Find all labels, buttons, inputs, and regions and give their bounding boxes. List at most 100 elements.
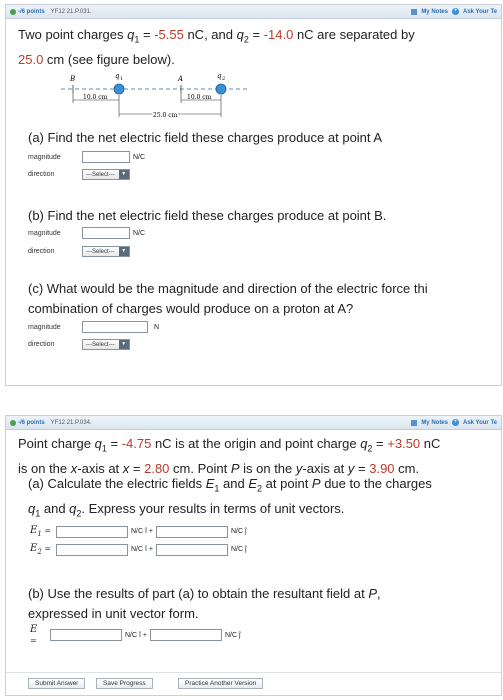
e1-symbol: E1 =	[30, 525, 52, 538]
charge-q2	[215, 83, 227, 95]
label-q1-sub: 1	[120, 76, 123, 82]
problem-code: YF12 21.P.034.	[50, 419, 92, 426]
unit-j-label: N/C ĵ	[224, 631, 241, 639]
unit-i-label: N/C î +	[131, 546, 153, 553]
submit-answer-button[interactable]: Submit Answer	[28, 678, 86, 689]
problem-2-panel: -/6 points YF12 21.P.034. My Notes + Ask…	[5, 415, 502, 696]
statement-text: =	[372, 436, 388, 451]
statement-text: due to the charges	[320, 476, 432, 491]
magnitude-label: magnitude	[28, 229, 61, 237]
part-c-line-1: (c) What would be the magnitude and dire…	[28, 281, 428, 296]
e1-j-input[interactable]	[155, 525, 228, 538]
part-b-magnitude-input[interactable]	[82, 227, 130, 239]
q1-value: -4.75	[121, 436, 152, 451]
part-a-direction-select[interactable]: ---Select--- ▼	[82, 169, 130, 180]
points-label: -/6 points	[18, 419, 45, 426]
e2-answer-row: E2 = N/C î + N/C ĵ	[30, 543, 247, 556]
part-c-magnitude-row: magnitude N	[28, 321, 159, 333]
ask-teacher-link[interactable]: Ask Your Te	[463, 420, 497, 426]
symbol-e: E	[248, 476, 258, 491]
problem-1-statement: Two point charges q1 = -5.55 nC, and q2 …	[18, 25, 498, 70]
problem-1-panel: -/6 points YF12 21.P.031. My Notes + Ask…	[5, 4, 502, 386]
magnitude-label: magnitude	[28, 323, 61, 331]
part-c-magnitude-input[interactable]	[82, 321, 148, 333]
distance-value: 25.0	[18, 51, 44, 67]
statement-text: ,	[377, 586, 381, 601]
statement-text: . Express your results in terms of unit …	[81, 500, 345, 516]
part-a-magnitude-row: magnitude N/C	[28, 151, 145, 163]
part-b-direction-row: direction ---Select--- ▼	[28, 246, 130, 257]
e1-answer-row: E1 = N/C î + N/C ĵ	[30, 525, 247, 538]
unit-j-label: N/C ĵ	[230, 546, 247, 553]
statement-text: nC is at the origin and point charge	[151, 436, 361, 451]
practice-another-version-button[interactable]: Practice Another Version	[178, 678, 264, 689]
problem-code: YF12 21.P.031.	[50, 8, 92, 15]
e-symbol: E =	[30, 624, 46, 646]
label-q2-sub: 2	[222, 76, 225, 82]
symbol-q: q	[94, 436, 102, 451]
q2-value: -14.0	[263, 27, 294, 42]
direction-label: direction	[28, 341, 55, 348]
label-a: A	[177, 75, 183, 83]
dim-label-2: 10.0 cm	[187, 94, 212, 101]
equals-sign: =	[41, 526, 52, 535]
my-notes-link[interactable]: My Notes	[421, 420, 448, 426]
part-c-direction-select[interactable]: ---Select--- ▼	[82, 339, 130, 350]
q1-value: -5.55	[154, 27, 184, 42]
e2-j-input[interactable]	[155, 543, 228, 556]
part-a-prompt: (a) Calculate the electric fields E1 and…	[28, 474, 502, 523]
direction-label: direction	[28, 171, 55, 178]
statement-text: =	[139, 27, 155, 42]
problem-1-header: -/6 points YF12 21.P.031. My Notes + Ask…	[6, 5, 501, 19]
plus-icon: +	[451, 419, 459, 426]
part-a-direction-row: direction ---Select--- ▼	[28, 169, 130, 180]
symbol-q: q	[236, 27, 244, 42]
points-label: -/6 points	[18, 8, 45, 15]
chevron-down-icon: ▼	[118, 340, 129, 349]
statement-text: nC	[420, 436, 441, 451]
ask-teacher-link[interactable]: Ask Your Te	[463, 9, 497, 15]
magnitude-label: magnitude	[28, 153, 61, 161]
chevron-down-icon: ▼	[118, 170, 129, 179]
statement-text: expressed in unit vector form.	[28, 606, 199, 621]
dim-label-3: 25.0 cm	[153, 112, 178, 119]
statement-text: and	[219, 476, 249, 491]
statement-text: =	[106, 436, 122, 451]
problem-2-header: -/6 points YF12 21.P.034. My Notes + Ask…	[6, 416, 501, 430]
unit-label: N/C	[133, 153, 146, 161]
statement-text: =	[248, 27, 264, 42]
part-a-magnitude-input[interactable]	[82, 151, 130, 163]
q2-value: +3.50	[387, 436, 421, 451]
my-notes-link[interactable]: My Notes	[421, 9, 448, 15]
direction-label: direction	[28, 248, 55, 255]
symbol-p: P	[311, 476, 321, 491]
save-progress-button[interactable]: Save Progress	[96, 678, 153, 689]
chevron-down-icon: ▼	[118, 247, 129, 256]
charge-q1	[113, 83, 125, 95]
e-j-input[interactable]	[149, 629, 222, 641]
part-a-prompt: (a) Find the net electric field these ch…	[28, 130, 383, 145]
e1-i-input[interactable]	[56, 525, 128, 538]
part-b-direction-select[interactable]: ---Select--- ▼	[82, 246, 130, 257]
symbol-e: E	[30, 624, 38, 635]
statement-text: Two point charges	[18, 27, 128, 42]
problem-2-statement: Point charge q1 = -4.75 nC is at the ori…	[18, 434, 502, 479]
label-b: B	[69, 75, 75, 83]
statement-text: (b) Use the results of part (a) to obtai…	[28, 586, 369, 601]
statement-text: nC, and	[183, 27, 237, 42]
statement-text: at point	[262, 476, 312, 491]
unit-label: N	[154, 323, 160, 331]
part-b-magnitude-row: magnitude N/C	[28, 227, 145, 239]
statement-text: (a) Calculate the electric fields	[28, 476, 206, 491]
statement-text: cm (see figure below).	[43, 51, 175, 67]
e2-i-input[interactable]	[56, 543, 128, 556]
e-answer-row: E = N/C î + N/C ĵ	[30, 624, 241, 646]
notes-icon	[411, 419, 418, 426]
statement-text: Point charge	[18, 436, 95, 451]
part-c-direction-row: direction ---Select--- ▼	[28, 339, 130, 350]
points-status-icon	[10, 419, 16, 426]
symbol-p: P	[368, 586, 378, 601]
notes-icon	[411, 8, 418, 15]
button-bar	[6, 672, 501, 673]
e-i-input[interactable]	[50, 629, 122, 641]
